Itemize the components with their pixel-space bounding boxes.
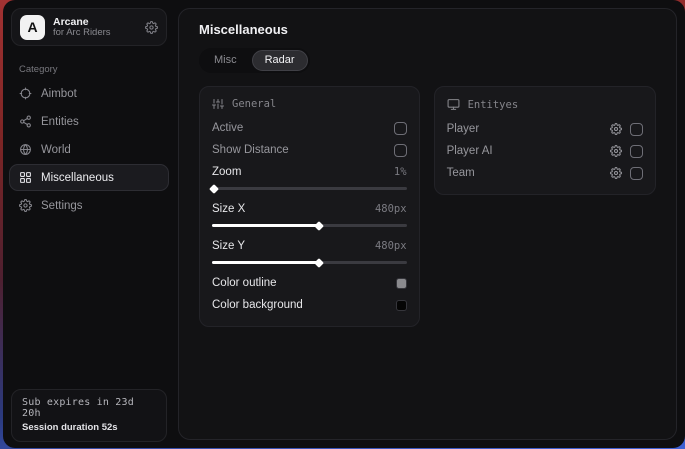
player-ai-checkbox[interactable] (630, 145, 643, 158)
sidebar-item-label: Settings (41, 200, 83, 212)
main-panel: Miscellaneous Misc Radar General Active … (178, 8, 677, 440)
team-checkbox[interactable] (630, 167, 643, 180)
row-label: Size Y (212, 240, 245, 252)
row-label: Player (447, 123, 480, 135)
brand-gear-icon[interactable] (145, 21, 158, 34)
show-distance-checkbox[interactable] (394, 144, 407, 157)
row-zoom: Zoom 1% (212, 161, 407, 183)
category-label: Category (19, 64, 175, 75)
gear-icon (19, 199, 32, 212)
sidebar: A Arcane for Arc Riders Category Aimbot … (3, 0, 175, 448)
share-nodes-icon (19, 115, 32, 128)
row-show-distance: Show Distance (212, 139, 407, 161)
sidebar-item-aimbot[interactable]: Aimbot (9, 80, 169, 107)
row-label: Player AI (447, 145, 493, 157)
player-gear-icon[interactable] (610, 123, 622, 135)
size-y-value: 480px (375, 240, 407, 252)
slider-thumb[interactable] (314, 221, 324, 231)
row-label: Active (212, 122, 243, 134)
monitor-icon (447, 98, 460, 111)
sidebar-item-label: World (41, 144, 71, 156)
zoom-value: 1% (394, 166, 407, 178)
row-label: Color background (212, 299, 303, 311)
page-title: Miscellaneous (199, 22, 656, 37)
slider-thumb[interactable] (209, 184, 219, 194)
team-gear-icon[interactable] (610, 167, 622, 179)
row-label: Size X (212, 203, 245, 215)
cards-row: General Active Show Distance Zoom 1% (199, 86, 656, 327)
sidebar-item-entities[interactable]: Entities (9, 108, 169, 135)
app-logo: A (20, 15, 45, 40)
tab-radar[interactable]: Radar (252, 50, 308, 71)
slider-thumb[interactable] (314, 258, 324, 268)
subscription-box: Sub expires in 23d 20h Session duration … (11, 389, 167, 442)
card-title: General (232, 98, 276, 110)
general-card: General Active Show Distance Zoom 1% (199, 86, 420, 327)
row-active: Active (212, 117, 407, 139)
player-ai-gear-icon[interactable] (610, 145, 622, 157)
row-player-ai: Player AI (447, 140, 643, 162)
player-checkbox[interactable] (630, 123, 643, 136)
app-window: A Arcane for Arc Riders Category Aimbot … (3, 0, 685, 448)
row-label: Color outline (212, 277, 277, 289)
tab-bar: Misc Radar (199, 48, 310, 73)
row-size-y: Size Y 480px (212, 235, 407, 257)
crosshair-icon (19, 87, 32, 100)
row-player: Player (447, 118, 643, 140)
session-duration-text: Session duration 52s (22, 422, 156, 433)
row-team: Team (447, 162, 643, 184)
color-background-swatch[interactable] (396, 300, 407, 311)
app-name: Arcane (53, 16, 137, 28)
size-x-value: 480px (375, 203, 407, 215)
sliders-icon (212, 98, 224, 110)
row-color-background: Color background (212, 294, 407, 316)
zoom-slider[interactable] (212, 184, 407, 193)
sidebar-item-world[interactable]: World (9, 136, 169, 163)
row-size-x: Size X 480px (212, 198, 407, 220)
card-title: Entityes (468, 99, 519, 111)
app-subtitle: for Arc Riders (53, 28, 137, 39)
sidebar-item-label: Aimbot (41, 88, 77, 100)
sidebar-item-miscellaneous[interactable]: Miscellaneous (9, 164, 169, 191)
grid-icon (19, 171, 32, 184)
sidebar-item-settings[interactable]: Settings (9, 192, 169, 219)
active-checkbox[interactable] (394, 122, 407, 135)
row-label: Zoom (212, 166, 241, 178)
sub-expiry-text: Sub expires in 23d 20h (22, 397, 156, 419)
sidebar-item-label: Miscellaneous (41, 172, 114, 184)
sidebar-nav: Aimbot Entities World Miscellaneous Sett… (9, 79, 169, 220)
color-outline-swatch[interactable] (396, 278, 407, 289)
size-y-slider[interactable] (212, 258, 407, 267)
row-label: Team (447, 167, 475, 179)
size-x-slider[interactable] (212, 221, 407, 230)
entities-card: Entityes Player Player AI (434, 86, 656, 195)
row-color-outline: Color outline (212, 272, 407, 294)
globe-icon (19, 143, 32, 156)
sidebar-item-label: Entities (41, 116, 79, 128)
brand-card: A Arcane for Arc Riders (11, 8, 167, 46)
tab-misc[interactable]: Misc (201, 50, 250, 71)
row-label: Show Distance (212, 144, 289, 156)
